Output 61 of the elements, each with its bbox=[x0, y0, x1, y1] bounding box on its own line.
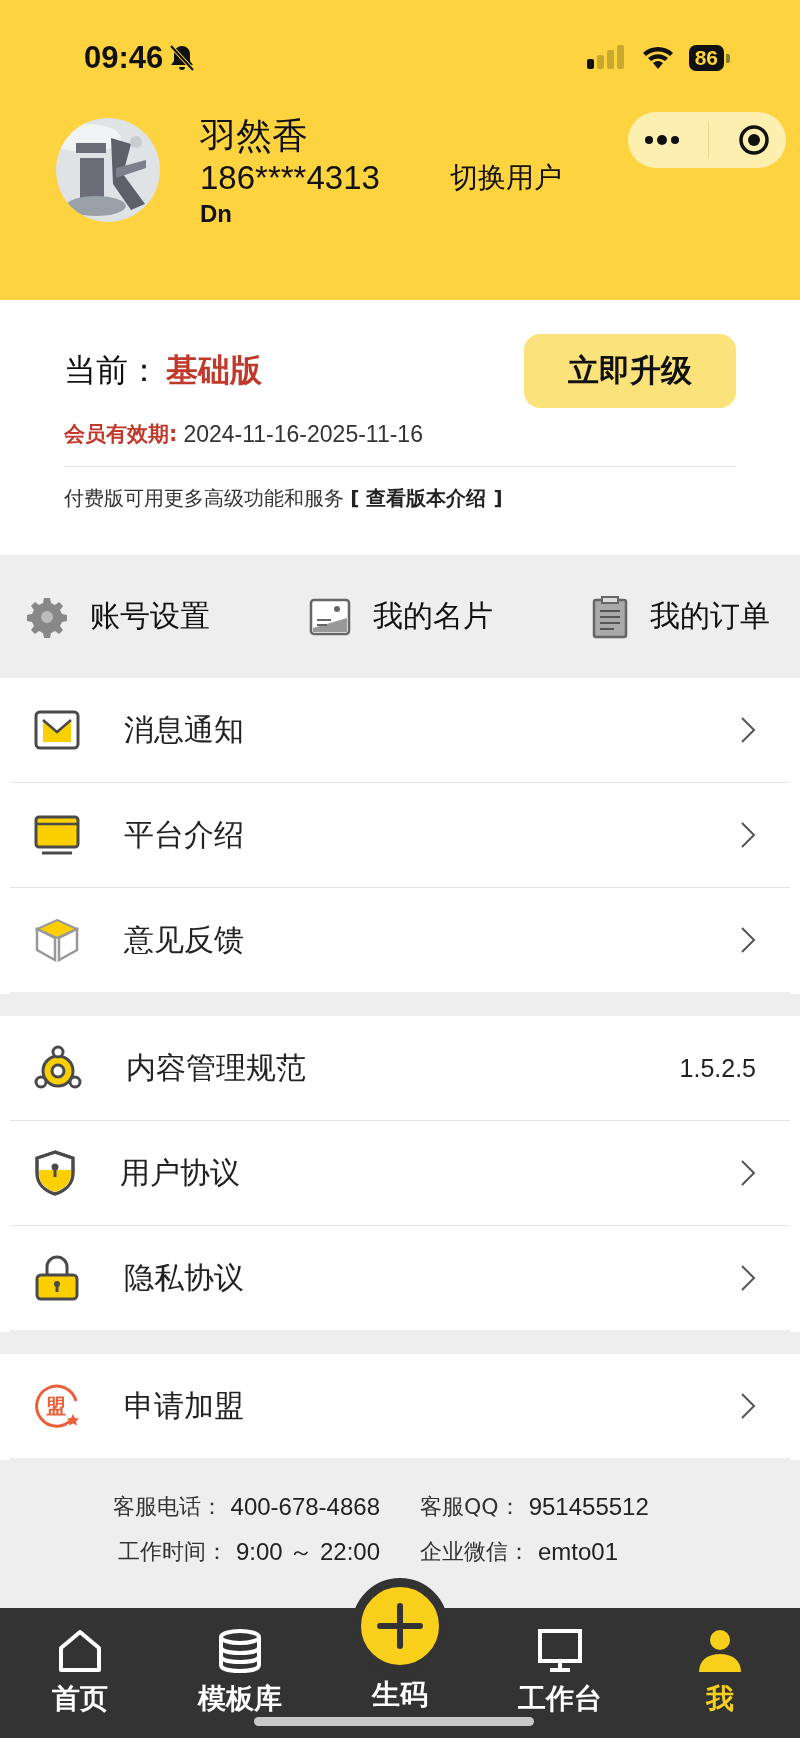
contact-label: 企业微信： bbox=[420, 1538, 530, 1566]
user-name: 羽然香 bbox=[200, 114, 309, 158]
target-icon bbox=[737, 124, 770, 156]
nav-tab[interactable]: 工作台 bbox=[495, 1608, 625, 1719]
gear-icon bbox=[26, 595, 68, 638]
nav-tab[interactable]: 我 bbox=[655, 1608, 785, 1719]
phone-number: 186****4313 bbox=[200, 158, 380, 198]
envelope-icon bbox=[34, 710, 80, 750]
chevron-right-icon bbox=[740, 1264, 756, 1292]
menu-item[interactable]: 申请加盟 bbox=[124, 1385, 740, 1427]
quick-link[interactable]: 账号设置 bbox=[26, 595, 210, 638]
validity-dates: 2024-11-16-2025-11-16 bbox=[183, 420, 423, 448]
status-time: 09:46 bbox=[84, 40, 164, 76]
current-plan-label: 当前： bbox=[64, 350, 160, 391]
monitor-icon bbox=[34, 815, 80, 855]
chevron-right-icon bbox=[740, 1159, 756, 1187]
menu-item[interactable]: 平台介绍 bbox=[124, 814, 740, 856]
database-icon bbox=[217, 1628, 263, 1674]
clipboard-icon bbox=[592, 594, 628, 639]
version-info-link[interactable]: [ 查看版本介绍 ] bbox=[350, 486, 503, 510]
validity-label: 会员有效期: bbox=[64, 421, 178, 448]
chevron-right-icon bbox=[740, 1392, 756, 1420]
switch-user-link[interactable]: 切换用户 bbox=[449, 159, 562, 197]
monitor-icon bbox=[537, 1628, 583, 1674]
version-number: 1.5.2.5 bbox=[679, 1053, 756, 1083]
nav-tab[interactable]: 首页 bbox=[15, 1608, 145, 1719]
shield-icon bbox=[34, 1150, 76, 1196]
contact-value: emto01 bbox=[538, 1538, 619, 1566]
quick-link[interactable]: 我的订单 bbox=[592, 594, 770, 639]
nav-tab[interactable]: 模板库 bbox=[175, 1608, 305, 1719]
contact-label: 客服QQ： bbox=[420, 1493, 521, 1521]
contact-label: 客服电话： bbox=[112, 1493, 223, 1521]
bell-off-icon bbox=[169, 44, 196, 72]
person-icon bbox=[697, 1628, 743, 1674]
upgrade-promo-text: 付费版可用更多高级功能和服务 [ 查看版本介绍 ] bbox=[64, 485, 504, 512]
contact-value: 951455512 bbox=[528, 1493, 649, 1521]
current-plan: 基础版 bbox=[166, 350, 262, 391]
upgrade-button[interactable]: 立即升级 bbox=[524, 334, 736, 408]
menu-item[interactable]: 内容管理规范 bbox=[126, 1047, 680, 1089]
nav-tab[interactable]: 生码 bbox=[335, 1578, 465, 1715]
chevron-right-icon bbox=[740, 716, 756, 744]
home-icon bbox=[57, 1628, 103, 1674]
menu-item[interactable]: 隐私协议 bbox=[124, 1257, 740, 1299]
contact-value: 9:00 ～ 22:00 bbox=[235, 1537, 380, 1567]
card-icon bbox=[309, 597, 351, 636]
menu-item[interactable]: 消息通知 bbox=[124, 709, 740, 751]
user-tag: Dn bbox=[200, 198, 562, 230]
menu-item[interactable]: 意见反馈 bbox=[124, 919, 740, 961]
contact-label: 工作时间： bbox=[117, 1538, 228, 1566]
chevron-right-icon bbox=[740, 926, 756, 954]
chevron-right-icon bbox=[740, 821, 756, 849]
box-icon bbox=[34, 918, 80, 962]
contact-value: 400-678-4868 bbox=[230, 1493, 380, 1521]
nodes-icon bbox=[34, 1045, 82, 1091]
quick-link[interactable]: 我的名片 bbox=[309, 596, 493, 637]
more-icon bbox=[644, 134, 681, 146]
padlock-icon bbox=[34, 1255, 80, 1301]
menu-item[interactable]: 用户协议 bbox=[120, 1152, 740, 1194]
signal-icon bbox=[586, 45, 627, 71]
battery-level: 86 bbox=[688, 45, 724, 71]
plus-icon bbox=[377, 1603, 423, 1649]
